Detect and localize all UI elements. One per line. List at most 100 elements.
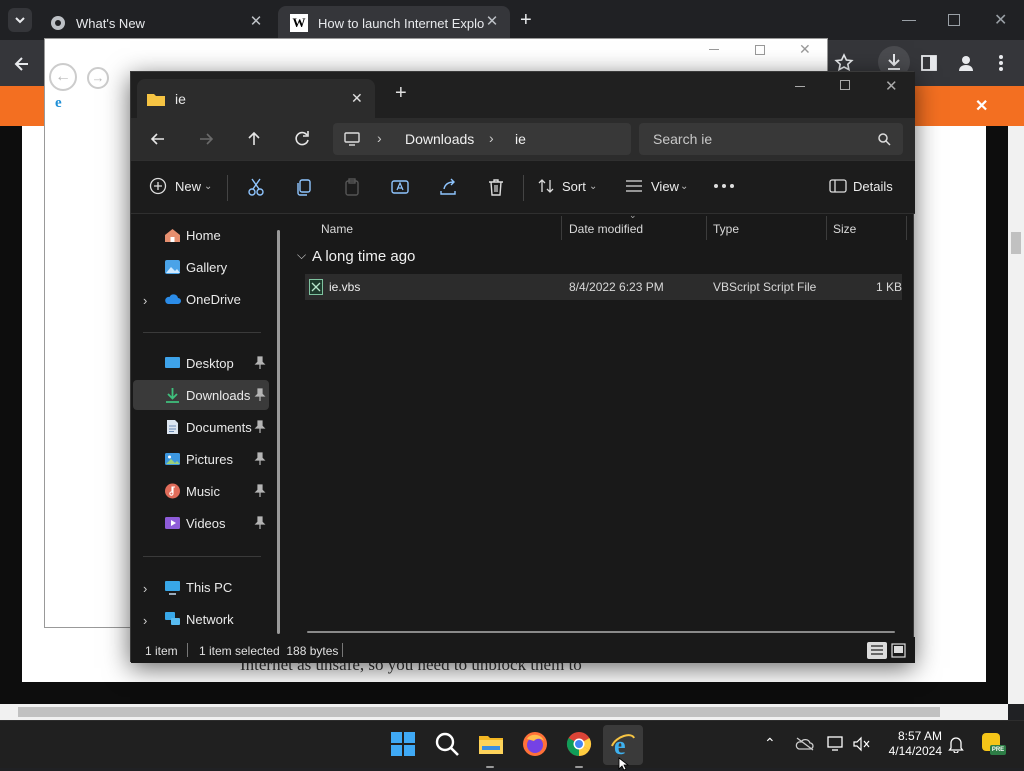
sidebar-item-desktop[interactable]: Desktop	[133, 348, 269, 378]
firefox-icon[interactable]	[522, 731, 548, 757]
maximize-icon[interactable]	[840, 80, 850, 90]
sidebar-item-videos[interactable]: Videos	[133, 508, 269, 538]
address-bar[interactable]: › Downloads › ie	[333, 123, 631, 155]
horizontal-scrollbar[interactable]	[0, 704, 1008, 720]
ie-maximize-icon[interactable]	[755, 45, 765, 55]
cut-icon[interactable]	[245, 176, 267, 198]
close-tab-icon[interactable]: ✕	[248, 14, 264, 30]
breadcrumb-ie[interactable]: ie	[515, 131, 526, 147]
file-explorer-icon[interactable]	[478, 731, 504, 757]
divider	[523, 175, 524, 201]
new-tab-button[interactable]: +	[520, 9, 532, 32]
column-date-modified[interactable]: Date modified	[569, 222, 643, 236]
vertical-scrollbar[interactable]	[1008, 126, 1024, 704]
chevron-down-icon	[15, 17, 25, 24]
scrollbar-thumb[interactable]	[18, 707, 940, 717]
close-window-icon[interactable]: ✕	[994, 10, 1007, 30]
bookmark-star-icon[interactable]	[834, 53, 854, 73]
tab-search-button[interactable]	[8, 8, 32, 32]
details-button[interactable]: Details	[853, 179, 893, 194]
minimize-icon[interactable]	[902, 20, 916, 21]
scrollbar-thumb[interactable]	[1011, 232, 1021, 254]
ie-forward-icon[interactable]: →	[87, 67, 109, 89]
pin-icon[interactable]	[254, 356, 266, 370]
windows-start-icon[interactable]	[390, 731, 416, 757]
sidebar-item-pictures[interactable]: Pictures	[133, 444, 269, 474]
paste-icon[interactable]	[341, 176, 363, 198]
chevron-right-icon[interactable]: ›	[143, 581, 153, 596]
sidebar-item-home[interactable]: Home	[133, 220, 269, 250]
display-icon[interactable]	[827, 736, 845, 752]
ie-back-icon[interactable]: ←	[49, 63, 77, 91]
sidebar-item-network[interactable]: › Network	[133, 604, 269, 634]
sidebar-item-music[interactable]: Music	[133, 476, 269, 506]
chrome-icon	[51, 16, 65, 30]
refresh-icon[interactable]	[289, 126, 315, 152]
back-arrow-icon[interactable]	[145, 126, 171, 152]
sidebar-scrollbar[interactable]	[277, 230, 280, 634]
up-arrow-icon[interactable]	[241, 126, 267, 152]
browser-tab-whats-new[interactable]: What's New ✕	[38, 6, 274, 40]
new-button[interactable]: New	[175, 179, 201, 194]
more-options-icon[interactable]	[713, 183, 735, 189]
sidebar-item-gallery[interactable]: Gallery	[133, 252, 269, 282]
chevron-right-icon[interactable]: ›	[143, 293, 153, 308]
command-bar: New ⌄ Sort ⌄ View ⌄ Details	[131, 160, 915, 214]
search-icon[interactable]	[877, 132, 891, 146]
chevron-up-icon[interactable]: ⌃	[764, 735, 776, 752]
horizontal-scrollbar[interactable]	[307, 631, 895, 633]
side-panel-icon[interactable]	[920, 54, 938, 72]
pin-icon[interactable]	[254, 452, 266, 466]
divider	[143, 556, 261, 557]
sidebar-item-onedrive[interactable]: › OneDrive	[133, 284, 269, 314]
clock[interactable]: 8:57 AM 4/14/2024	[880, 729, 942, 759]
pin-icon[interactable]	[254, 484, 266, 498]
onedrive-offline-icon[interactable]	[795, 737, 815, 751]
minimize-icon[interactable]	[795, 86, 805, 87]
group-header[interactable]: ⌵ A long time ago	[297, 246, 597, 268]
new-tab-button[interactable]: +	[395, 82, 407, 105]
forward-arrow-icon[interactable]	[193, 126, 219, 152]
sidebar-item-this-pc[interactable]: › This PC	[133, 572, 269, 602]
column-name[interactable]: Name	[321, 222, 353, 236]
maximize-icon[interactable]	[948, 14, 960, 26]
file-row[interactable]: ie.vbs 8/4/2022 6:23 PM VBScript Script …	[305, 274, 902, 300]
copilot-icon[interactable]: PRE	[980, 731, 1006, 757]
delete-icon[interactable]	[485, 176, 507, 198]
search-icon[interactable]	[434, 731, 460, 757]
details-view-button[interactable]	[867, 642, 887, 659]
pin-icon[interactable]	[254, 388, 266, 402]
more-menu-icon[interactable]	[996, 53, 1006, 73]
close-window-icon[interactable]: ✕	[885, 77, 898, 95]
close-tab-icon[interactable]: ✕	[351, 90, 363, 107]
rename-icon[interactable]	[389, 176, 411, 198]
view-button[interactable]: View	[651, 179, 679, 194]
pin-icon[interactable]	[254, 420, 266, 434]
chevron-right-icon[interactable]: ›	[143, 613, 153, 628]
explorer-tab[interactable]: ie ✕	[137, 79, 375, 118]
column-type[interactable]: Type	[713, 222, 739, 236]
search-box[interactable]: Search ie	[639, 123, 903, 155]
home-icon	[165, 229, 180, 242]
back-arrow-icon[interactable]	[12, 54, 32, 74]
search-placeholder: Search ie	[653, 131, 713, 147]
browser-tab-active[interactable]: W How to launch Internet Explorer ✕	[278, 6, 510, 40]
sidebar-item-downloads[interactable]: Downloads	[133, 380, 269, 410]
notification-bell-icon[interactable]	[948, 735, 964, 753]
ie-minimize-icon[interactable]	[709, 49, 719, 50]
sidebar-item-documents[interactable]: Documents	[133, 412, 269, 442]
volume-muted-icon[interactable]	[853, 736, 871, 752]
close-banner-icon[interactable]: ✕	[975, 96, 988, 116]
close-tab-icon[interactable]: ✕	[484, 14, 500, 30]
column-size[interactable]: Size	[833, 222, 856, 236]
copy-icon[interactable]	[293, 176, 315, 198]
breadcrumb-downloads[interactable]: Downloads	[405, 131, 474, 147]
ie-close-icon[interactable]: ✕	[799, 41, 811, 58]
profile-icon[interactable]	[956, 53, 976, 73]
sort-button[interactable]: Sort	[562, 179, 586, 194]
pin-icon[interactable]	[254, 516, 266, 530]
tiles-view-button[interactable]	[890, 642, 907, 659]
share-icon[interactable]	[437, 176, 459, 198]
chrome-icon[interactable]	[566, 731, 592, 757]
sidebar-item-label: Music	[186, 484, 220, 499]
